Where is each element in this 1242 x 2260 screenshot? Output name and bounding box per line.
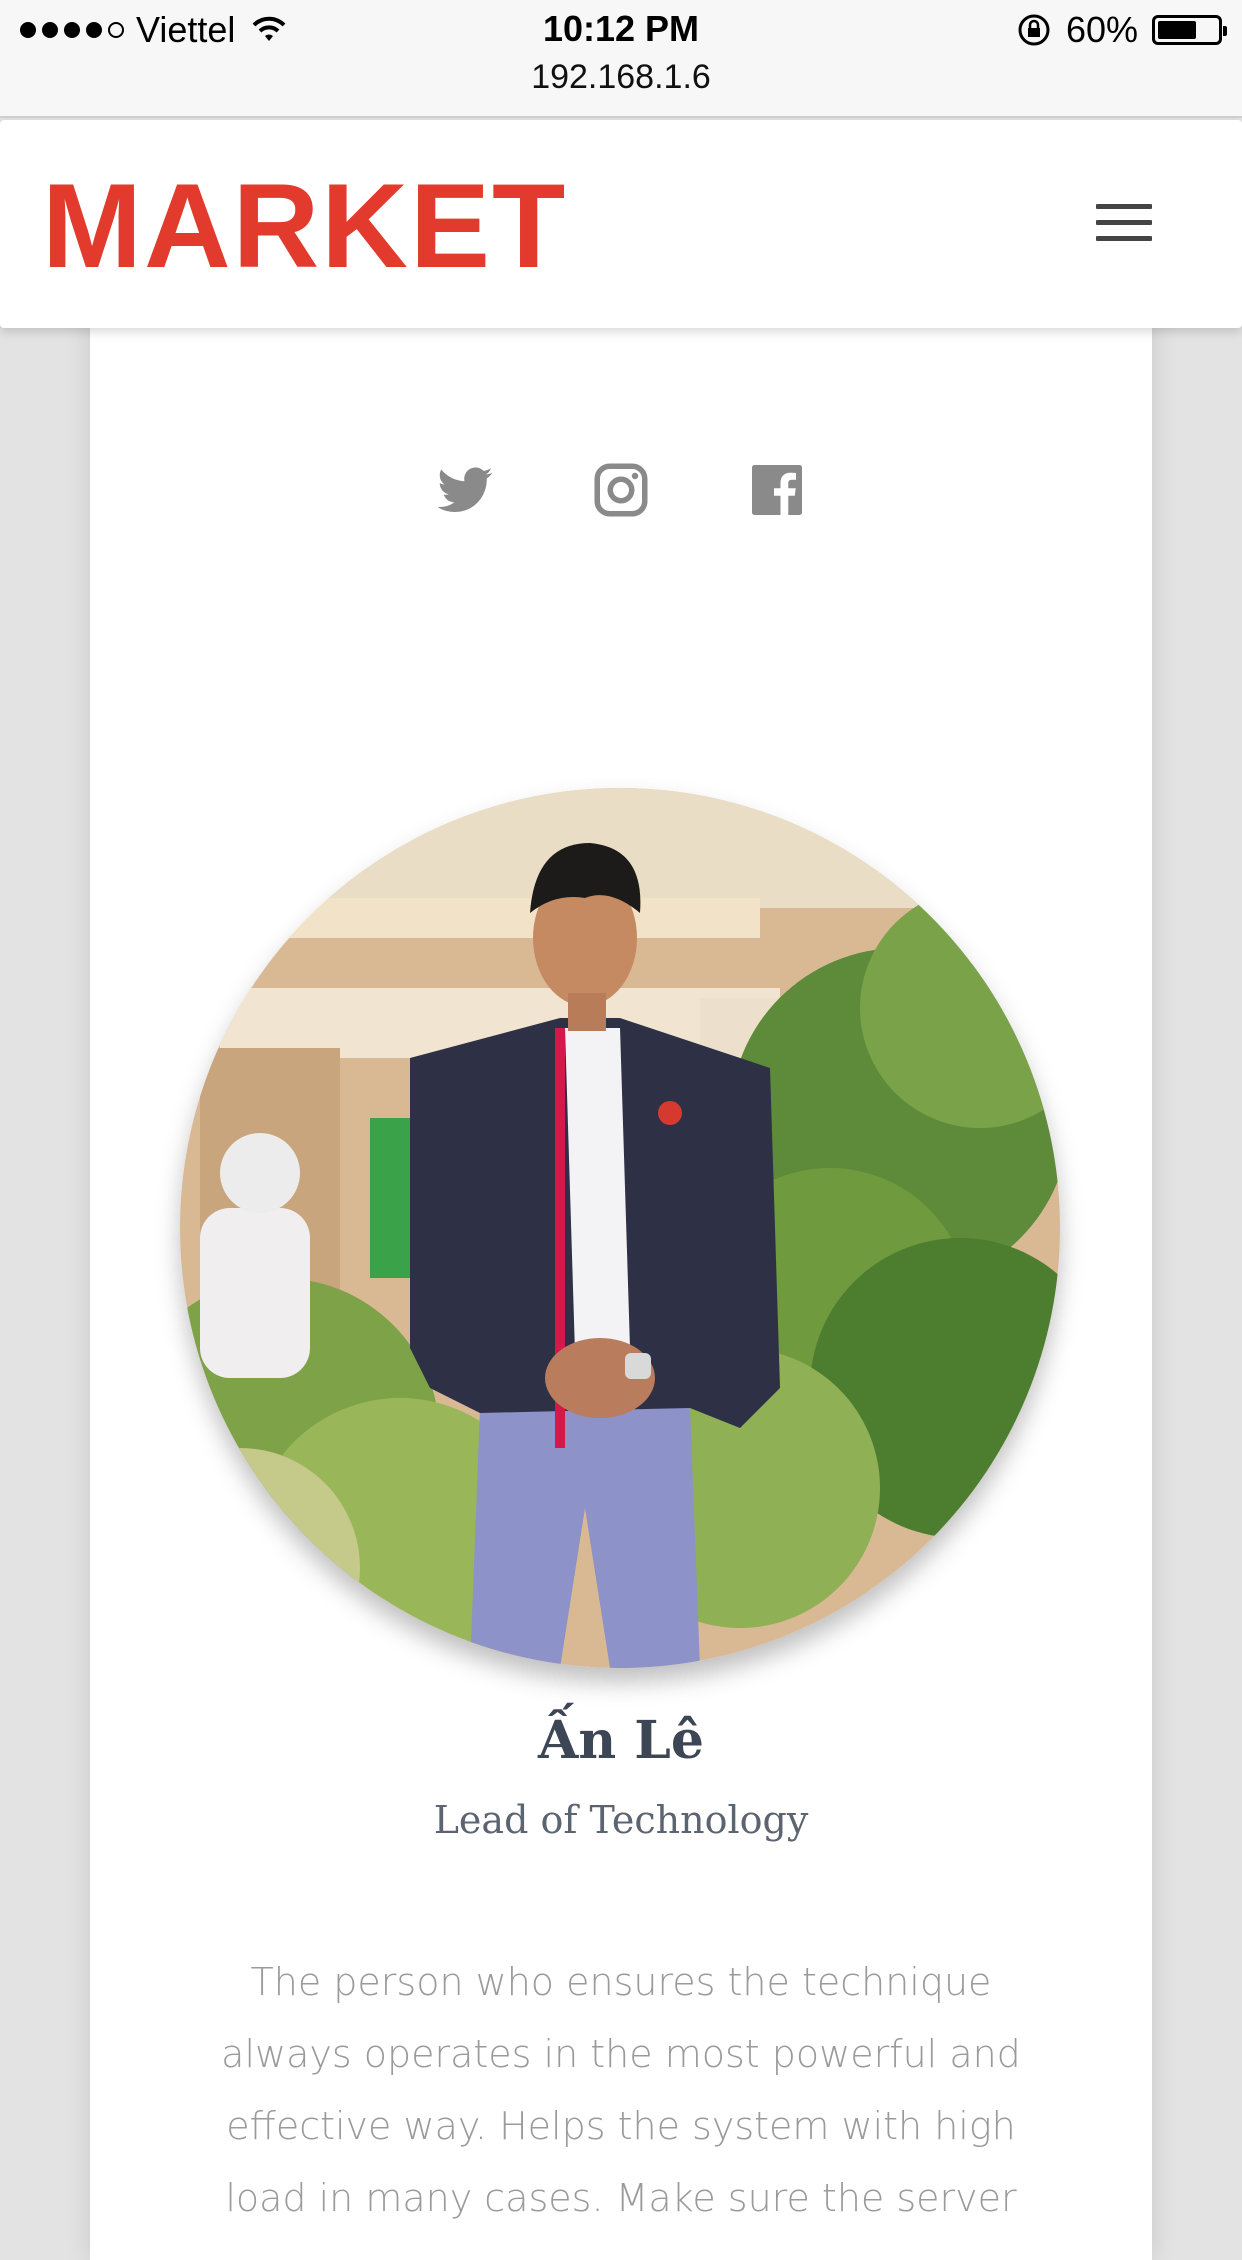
profile-role: Lead of Technology [433, 1798, 809, 1842]
status-right: 60% [1016, 9, 1227, 50]
social-links [90, 460, 1152, 520]
profile-photo-illustration [180, 788, 1060, 1668]
battery-percent: 60% [1065, 9, 1138, 50]
battery-icon [1152, 15, 1227, 45]
orientation-lock-icon [1018, 14, 1050, 46]
instagram-icon[interactable] [591, 460, 651, 520]
address-bar-url[interactable]: 192.168.1.6 [0, 58, 1242, 97]
profile-photo [180, 788, 1060, 1668]
profile-name: Ấn Lê [538, 1710, 704, 1771]
market-logo[interactable]: MARKET [42, 166, 567, 286]
hamburger-menu-icon[interactable] [1096, 204, 1152, 244]
profile-card: Ấn Lê Lead of Technology The person who … [90, 300, 1152, 2260]
status-bar: Viettel 10:12 PM 192.168.1.6 60% [0, 0, 1242, 118]
site-header: MARKET [0, 120, 1242, 328]
twitter-icon[interactable] [435, 460, 495, 520]
profile-bio: The person who ensures the technique alw… [221, 1960, 1021, 2220]
facebook-icon[interactable] [747, 460, 807, 520]
